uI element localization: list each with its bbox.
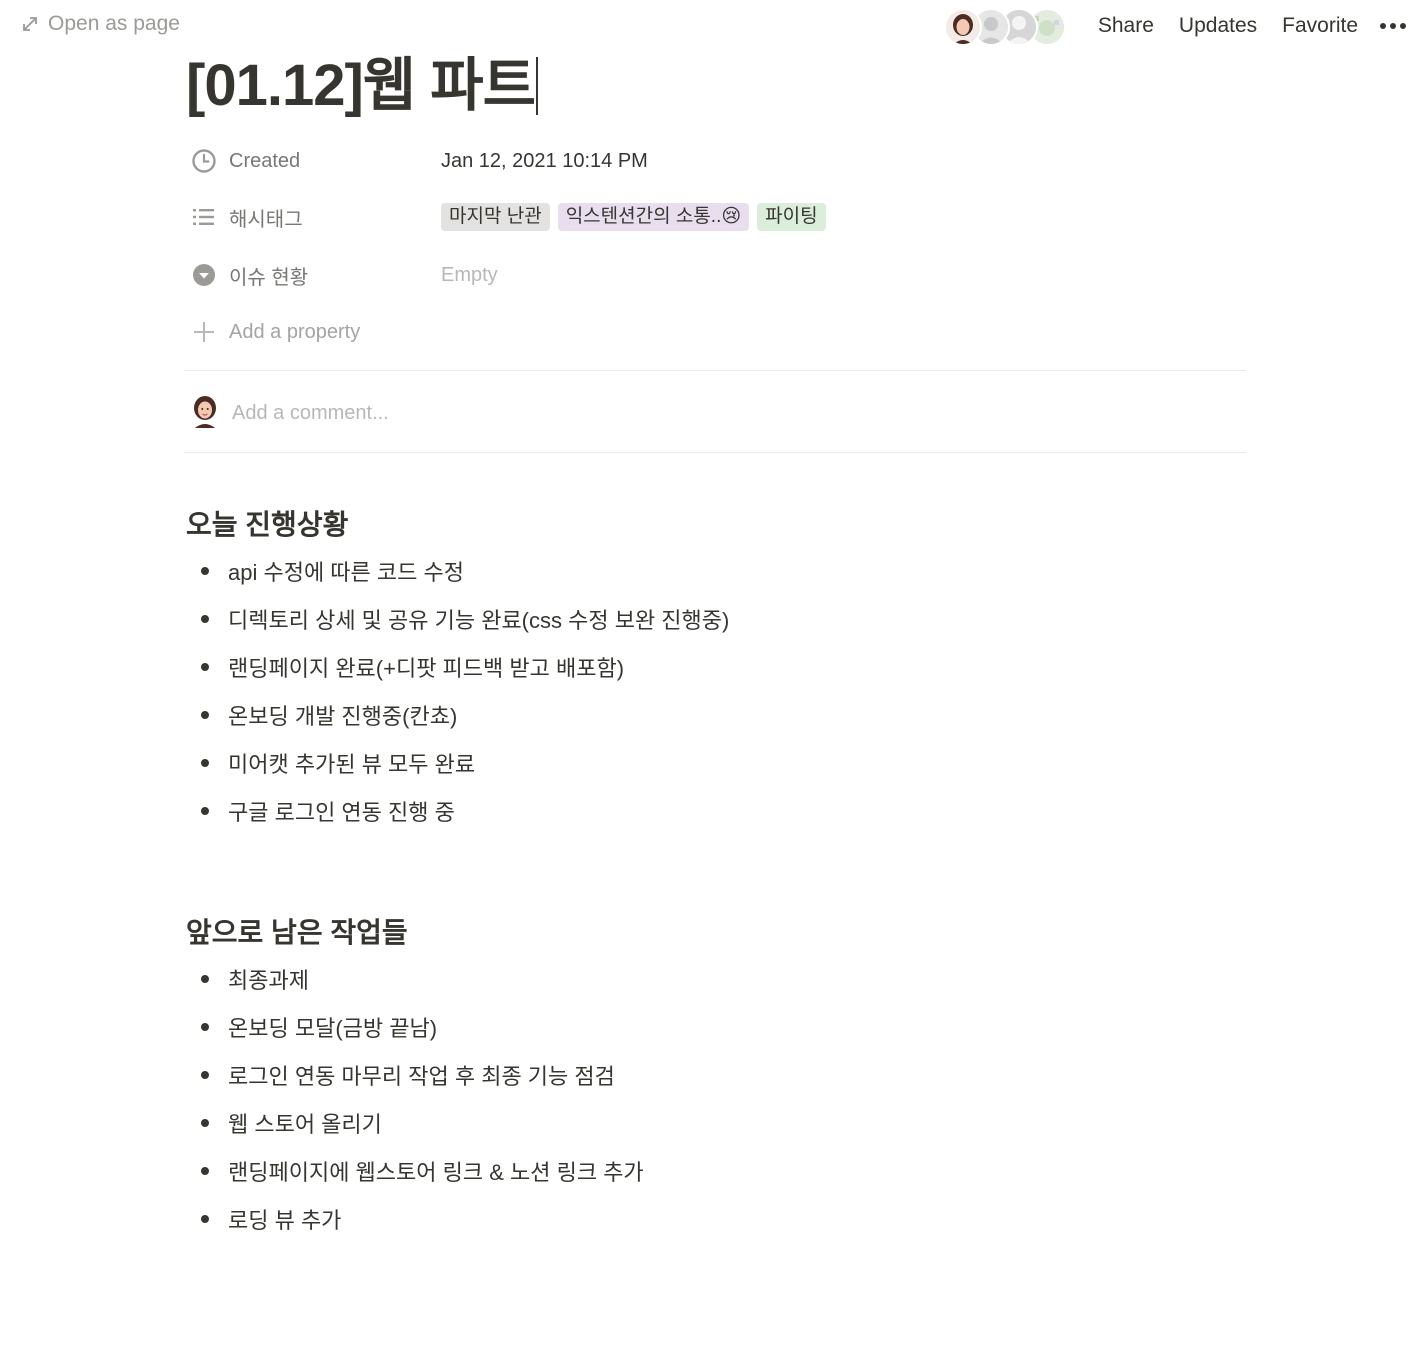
expand-arrow-icon	[22, 16, 38, 32]
hashtags-value[interactable]: 마지막 난관 익스텐션간의 소통..😢 파이팅	[441, 203, 826, 231]
avatar[interactable]	[944, 8, 982, 46]
list-item[interactable]: 디렉토리 상세 및 공유 기능 완료(css 수정 보완 진행중)	[198, 595, 729, 643]
top-bar: Open as page Share Updates Favorite	[0, 0, 1428, 54]
property-row-hashtags: 해시태그 마지막 난관 익스텐션간의 소통..😢 파이팅	[190, 200, 1246, 234]
list-item-text: 랜딩페이지에 웹스토어 링크 & 노션 링크 추가	[228, 1160, 644, 1185]
list-item[interactable]: 온보딩 모달(금방 끝남)	[198, 1003, 644, 1051]
list-item-text: 온보딩 개발 진행중(칸쵸)	[228, 704, 458, 729]
property-label-created[interactable]: Created	[190, 147, 441, 175]
text-cursor	[535, 57, 538, 115]
list-item-text: 미어캣 추가된 뷰 모두 완료	[228, 752, 476, 777]
updates-button[interactable]: Updates	[1179, 14, 1257, 38]
property-row-created: Created Jan 12, 2021 10:14 PM	[190, 144, 1246, 178]
list-item-text: api 수정에 따른 코드 수정	[228, 560, 464, 585]
issue-status-empty: Empty	[441, 263, 498, 286]
share-button[interactable]: Share	[1098, 14, 1154, 38]
list-item-text: 웹 스토어 올리기	[228, 1112, 382, 1137]
list-item-text: 디렉토리 상세 및 공유 기능 완료(css 수정 보완 진행중)	[228, 608, 730, 633]
property-row-issue-status: 이슈 현황 Empty	[190, 258, 1246, 292]
bullet-list-remaining: 최종과제 온보딩 모달(금방 끝남) 로그인 연동 마무리 작업 후 최종 기능…	[198, 955, 644, 1243]
avatar	[190, 394, 220, 433]
created-value: Jan 12, 2021 10:14 PM	[441, 150, 648, 173]
list-item-text: 로딩 뷰 추가	[228, 1208, 342, 1233]
open-as-page-label: Open as page	[48, 12, 180, 35]
hashtag-chip: 파이팅	[757, 203, 826, 231]
issue-status-label: 이슈 현황	[229, 266, 309, 289]
bullet-icon	[201, 663, 209, 671]
bullet-icon	[201, 1119, 209, 1127]
list-item[interactable]: 최종과제	[198, 955, 644, 1003]
page-title[interactable]: [01.12]웹 파트	[186, 48, 538, 124]
top-actions: Share Updates Favorite	[1073, 12, 1406, 40]
list-item-text: 랜딩페이지 완료(+디팟 피드백 받고 배포함)	[228, 656, 625, 681]
list-icon	[190, 203, 218, 231]
divider	[184, 370, 1246, 371]
page-title-text: [01.12]웹 파트	[186, 53, 536, 118]
bullet-icon	[201, 1167, 209, 1175]
list-item[interactable]: 미어캣 추가된 뷰 모두 완료	[198, 739, 729, 787]
more-options-icon[interactable]	[1380, 12, 1406, 40]
list-item[interactable]: 온보딩 개발 진행중(칸쵸)	[198, 691, 729, 739]
list-item[interactable]: 랜딩페이지에 웹스토어 링크 & 노션 링크 추가	[198, 1147, 644, 1195]
list-item[interactable]: api 수정에 따른 코드 수정	[198, 547, 729, 595]
bullet-icon	[201, 975, 209, 983]
property-label-issue-status[interactable]: 이슈 현황	[190, 261, 441, 290]
bullet-list-today: api 수정에 따른 코드 수정 디렉토리 상세 및 공유 기능 완료(css …	[198, 547, 729, 835]
list-item[interactable]: 로그인 연동 마무리 작업 후 최종 기능 점검	[198, 1051, 644, 1099]
bullet-icon	[201, 1215, 209, 1223]
list-item[interactable]: 랜딩페이지 완료(+디팟 피드백 받고 배포함)	[198, 643, 729, 691]
comment-row: Add a comment...	[190, 394, 389, 433]
hashtags-label: 해시태그	[229, 208, 303, 231]
bullet-icon	[201, 759, 209, 767]
bullet-icon	[201, 807, 209, 815]
bullet-icon	[201, 567, 209, 575]
section-heading-remaining[interactable]: 앞으로 남은 작업들	[186, 911, 408, 951]
add-property-label: Add a property	[229, 320, 361, 343]
list-item-text: 로그인 연동 마무리 작업 후 최종 기능 점검	[228, 1064, 615, 1089]
hashtag-chip: 마지막 난관	[441, 203, 550, 231]
list-item-text: 구글 로그인 연동 진행 중	[228, 800, 455, 825]
list-item[interactable]: 로딩 뷰 추가	[198, 1195, 644, 1243]
divider	[184, 452, 1246, 453]
add-property-row: Add a property	[190, 315, 1246, 349]
property-label-hashtags[interactable]: 해시태그	[190, 203, 441, 232]
favorite-button[interactable]: Favorite	[1282, 14, 1358, 38]
list-item[interactable]: 구글 로그인 연동 진행 중	[198, 787, 729, 835]
issue-status-value[interactable]: Empty	[441, 264, 498, 287]
list-item-text: 온보딩 모달(금방 끝남)	[228, 1016, 438, 1041]
created-label: Created	[229, 149, 301, 172]
comment-input[interactable]: Add a comment...	[232, 402, 389, 425]
plus-icon	[190, 318, 218, 346]
open-as-page-button[interactable]: Open as page	[22, 12, 180, 36]
add-property-button[interactable]: Add a property	[190, 318, 441, 346]
bullet-icon	[201, 615, 209, 623]
created-date: Jan 12, 2021 10:14 PM	[441, 149, 648, 172]
bullet-icon	[201, 711, 209, 719]
clock-icon	[190, 147, 218, 175]
list-item[interactable]: 웹 스토어 올리기	[198, 1099, 644, 1147]
hashtag-chip: 익스텐션간의 소통..😢	[557, 203, 750, 231]
list-item-text: 최종과제	[228, 968, 309, 993]
bullet-icon	[201, 1023, 209, 1031]
collaborator-avatars[interactable]	[944, 8, 1066, 46]
select-icon	[190, 261, 218, 289]
section-heading-today[interactable]: 오늘 진행상황	[186, 503, 348, 543]
bullet-icon	[201, 1071, 209, 1079]
